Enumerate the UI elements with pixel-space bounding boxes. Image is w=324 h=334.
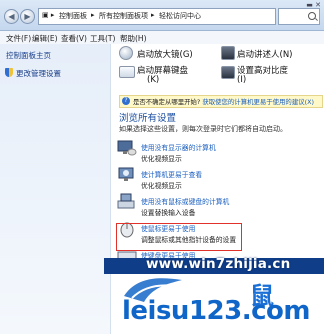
keyboard-icon [119, 66, 135, 78]
setting-description: 优化视频显示 [141, 182, 182, 190]
menu-tools[interactable]: 工具(T) [90, 33, 115, 44]
setting-description: 设置替换输入设备 [141, 209, 196, 217]
breadcrumb[interactable]: ▣ ▸ 控制面板 ▸ 所有控制面板项 ▸ 轻松访问中心 [38, 8, 276, 25]
recommendation-prompt: 是否不确定从哪里开始? [133, 98, 201, 106]
sidebar-item-admin-settings[interactable]: 更改管理设置 [16, 68, 61, 79]
section-description: 如果选择这些设置，则每次登录时它们都将自动启动。 [119, 125, 287, 133]
window-controls[interactable]: ▬ ✕ [306, 1, 321, 9]
breadcrumb-item-all-items[interactable]: 所有控制面板项 [99, 11, 148, 21]
get-recommendations-link[interactable]: 获取使您的计算机更易于使用的建议(X) [202, 98, 314, 106]
magnifier-icon [119, 46, 133, 60]
sidebar: 控制面板主页 更改管理设置 [0, 44, 111, 334]
menu-edit[interactable]: 编辑(E) [32, 33, 58, 44]
setting-link[interactable]: 使计算机更易于查看 [141, 169, 202, 179]
search-icon [308, 12, 316, 20]
recommendation-text: 是否不确定从哪里开始? 获取使您的计算机更易于使用的建议(X) [133, 97, 314, 106]
forward-arrow-icon[interactable]: ▶ [20, 9, 35, 24]
setting-description: 优化视频显示 [141, 155, 182, 163]
alternative-input-icon [117, 193, 135, 209]
high-contrast-icon [221, 66, 235, 79]
high-contrast-hotkey[interactable]: (I) [237, 75, 246, 85]
start-magnifier-link[interactable]: 启动放大镜(G) [137, 48, 193, 60]
menu-file[interactable]: 文件(F) [6, 33, 31, 44]
breadcrumb-item-ease-of-access[interactable]: 轻松访问中心 [159, 11, 201, 21]
display-settings-icon [118, 167, 134, 181]
address-bar: ◀ ▶ ▣ ▸ 控制面板 ▸ 所有控制面板项 ▸ 轻松访问中心 ▬ ✕ [0, 0, 324, 31]
watermark-site: leisu123.com [122, 296, 310, 326]
section-title: 浏览所有设置 [119, 113, 177, 124]
start-narrator-link[interactable]: 启动讲述人(N) [237, 48, 293, 60]
narrator-icon [221, 46, 235, 60]
breadcrumb-item-control-panel[interactable]: 控制面板 [59, 11, 87, 21]
highlight-box [116, 223, 242, 251]
setting-link[interactable]: 使用没有鼠标或键盘的计算机 [141, 196, 229, 206]
control-panel-window: ◀ ▶ ▣ ▸ 控制面板 ▸ 所有控制面板项 ▸ 轻松访问中心 ▬ ✕ 文件(F… [0, 0, 324, 334]
menu-help[interactable]: 帮助(H) [120, 33, 147, 44]
help-question-icon: ? [122, 97, 130, 105]
monitor-icon [117, 140, 137, 156]
back-arrow-icon[interactable]: ◀ [4, 9, 19, 24]
uac-shield-icon [5, 68, 13, 77]
setting-link[interactable]: 使用没有显示器的计算机 [141, 142, 216, 152]
search-input[interactable] [278, 8, 320, 25]
breadcrumb-separator: ▸ [91, 11, 95, 19]
menu-bar: 文件(F) 编辑(E) 查看(V) 工具(T) 帮助(H) [0, 31, 324, 45]
menu-view[interactable]: 查看(V) [61, 33, 87, 44]
folder-icon: ▣ ▸ [42, 11, 55, 19]
start-onscreen-keyboard-link[interactable]: 启动屏幕键盘 [137, 64, 188, 76]
sidebar-item-home[interactable]: 控制面板主页 [6, 50, 51, 61]
watermark-url: www.win7zhijia.cn [146, 256, 291, 272]
breadcrumb-separator: ▸ [151, 11, 155, 19]
onscreen-keyboard-hotkey[interactable]: (K) [147, 75, 159, 85]
recommendation-bar: ? 是否不确定从哪里开始? 获取使您的计算机更易于使用的建议(X) [119, 95, 323, 108]
